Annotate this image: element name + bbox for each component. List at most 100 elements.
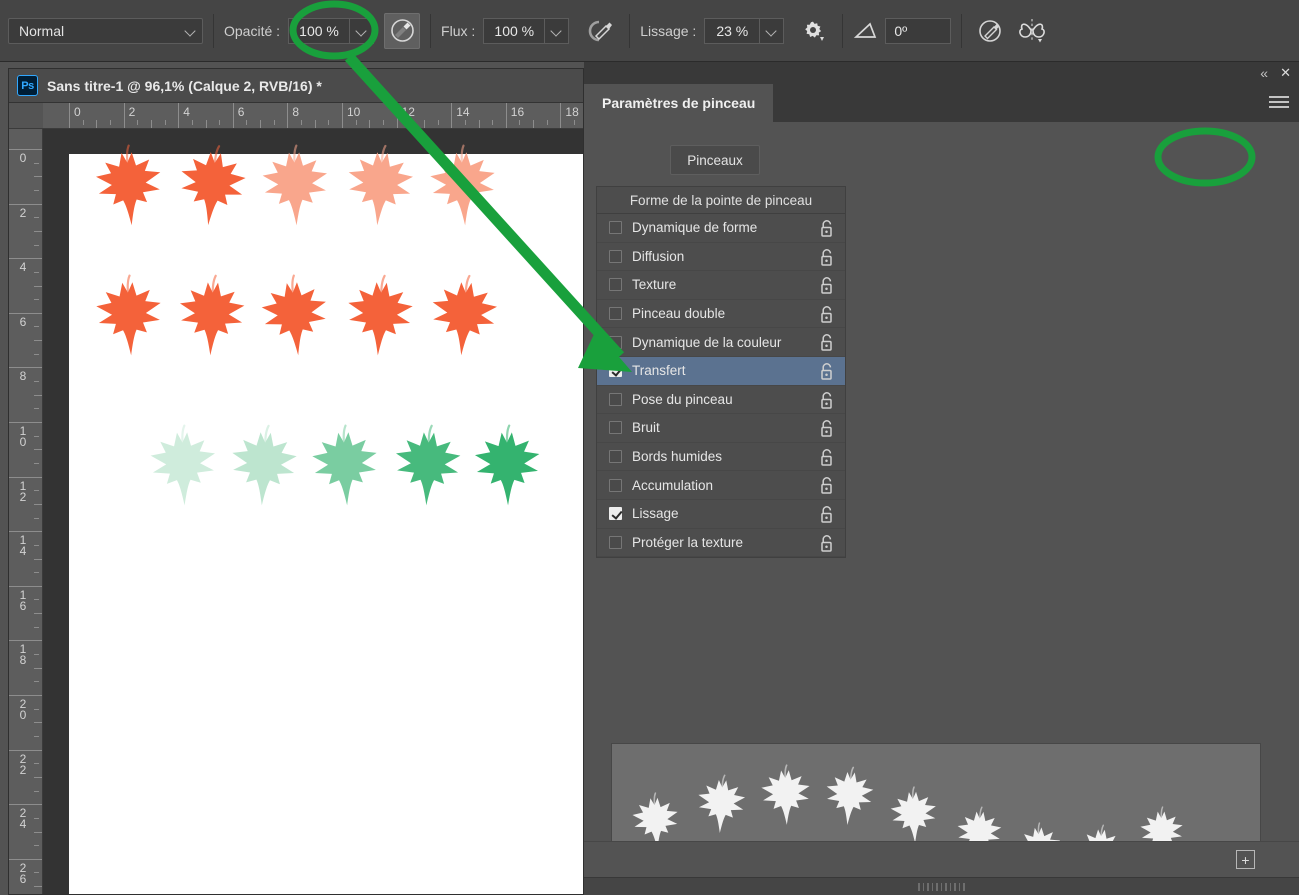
brush-option-row-9[interactable]: Accumulation [597,471,845,500]
hamburger-menu-icon[interactable] [1269,96,1289,111]
symmetry-button[interactable] [1014,13,1050,49]
brush-option-checkbox[interactable] [609,221,622,235]
ruler-corner [9,103,43,128]
unlock-icon[interactable] [819,476,835,495]
lissage-dropdown-button[interactable] [760,17,785,44]
document-title-bar[interactable]: Ps Sans titre-1 @ 96,1% (Calque 2, RVB/1… [9,69,583,103]
brush-option-row-11[interactable]: Protéger la texture [597,529,845,558]
divider [430,13,432,48]
tablet-pressure-size-button[interactable] [972,13,1008,49]
ruler-tick [9,804,42,806]
grip-line [945,882,947,891]
unlock-icon[interactable] [819,248,835,267]
ruler-subtick [34,886,42,888]
canvas-artboard[interactable] [69,144,583,894]
brush-option-checkbox[interactable] [609,249,622,263]
brush-option-checkbox[interactable] [609,535,622,549]
brush-option-row-5[interactable]: Transfert [597,356,845,386]
ruler-subtick [34,299,39,301]
brush-option-row-0[interactable]: Dynamique de forme [597,214,845,243]
ruler-subtick [34,408,39,410]
brush-angle-input[interactable]: 0º [885,17,952,44]
brush-option-checkbox[interactable] [609,478,622,492]
brush-option-checkbox[interactable] [609,507,622,521]
unlock-icon[interactable] [819,333,835,352]
brush-option-label: Pinceau double [632,306,726,322]
ruler-subtick [246,120,248,125]
brush-option-row-10[interactable]: Lissage [597,500,845,529]
close-panel-icon[interactable]: ✕ [1280,65,1291,81]
brush-option-row-8[interactable]: Bords humides [597,443,845,472]
ruler-subtick [34,776,42,778]
brush-option-row-7[interactable]: Bruit [597,414,845,443]
horizontal-ruler[interactable]: 0 2 4 6 8 10 12 14 16 18 [9,103,583,129]
unlock-icon[interactable] [819,448,835,467]
ruler-tick [123,103,125,128]
list-header-label: Forme de la pointe de pinceau [629,192,813,208]
ruler-subtick [34,394,42,396]
ruler-tick [9,476,42,478]
tab-brush-settings[interactable]: Paramètres de pinceau [584,84,774,122]
ruler-subtick [260,120,262,128]
smoothing-options-button[interactable] [796,13,832,49]
unlock-icon[interactable] [819,419,835,438]
brush-option-row-3[interactable]: Pinceau double [597,300,845,329]
airbrush-toggle-button[interactable] [384,12,421,49]
unlock-icon[interactable] [819,219,835,238]
brush-option-checkbox[interactable] [609,364,622,378]
vertical-ruler[interactable]: 02468101214161820222426 [9,129,43,894]
preview-leaf-3 [818,766,880,839]
panel-window-controls: « ✕ [584,62,1299,84]
ruler-subtick [137,120,139,125]
unlock-icon[interactable] [819,391,835,410]
brush-option-row-2[interactable]: Texture [597,271,845,300]
photoshop-logo-icon: Ps [17,75,38,96]
ruler-subtick [34,763,39,765]
brush-option-row-6[interactable]: Pose du pinceau [597,386,845,415]
flow-label: Flux : [441,22,476,39]
canvas-leaf-0-2 [253,144,338,244]
ruler-subtick [464,120,466,125]
brush-option-checkbox[interactable] [609,307,622,321]
grip-line [963,882,965,891]
unlock-icon[interactable] [819,362,835,381]
ruler-tick [9,749,42,751]
grip-line [949,882,952,891]
ruler-subtick [34,722,42,724]
blend-mode-select[interactable]: Normal [8,17,203,44]
unlock-icon[interactable] [819,305,835,324]
brush-option-label: Texture [632,277,677,293]
ruler-subtick [34,599,39,601]
ruler-subtick [34,271,39,273]
unlock-icon[interactable] [819,534,835,553]
ruler-tick-label: 4 [183,105,190,119]
unlock-icon[interactable] [819,276,835,295]
brush-tip-shape-header[interactable]: Forme de la pointe de pinceau [597,187,845,214]
panel-resize-grip[interactable] [584,877,1299,895]
grip-line [940,882,943,891]
brush-option-row-1[interactable]: Diffusion [597,243,845,272]
brush-option-checkbox[interactable] [609,421,622,435]
ruler-tick [9,149,42,150]
brushes-button[interactable]: Pinceaux [670,145,760,175]
canvas-background[interactable] [43,129,583,894]
ruler-subtick [34,244,39,246]
unlock-icon[interactable] [819,505,835,524]
brush-option-label: Lissage [632,506,679,522]
ruler-tick [342,103,343,128]
flow-input[interactable]: 100 % [483,17,546,44]
flow-pressure-button[interactable] [583,13,619,49]
brush-option-checkbox[interactable] [609,335,622,349]
brush-option-row-4[interactable]: Dynamique de la couleur [597,328,845,357]
collapse-panel-icon[interactable]: « [1260,65,1268,81]
brush-option-checkbox[interactable] [609,392,622,406]
ruler-subtick [34,544,39,546]
brush-option-checkbox[interactable] [609,450,622,464]
new-brush-preset-button[interactable]: + [1236,850,1255,869]
flow-dropdown-button[interactable] [545,17,570,44]
brush-option-checkbox[interactable] [609,278,622,292]
lissage-input[interactable]: 23 % [704,17,761,44]
opacity-input[interactable]: 100 % [288,17,351,44]
grip-line [922,882,925,891]
opacity-dropdown-button[interactable] [350,17,375,44]
